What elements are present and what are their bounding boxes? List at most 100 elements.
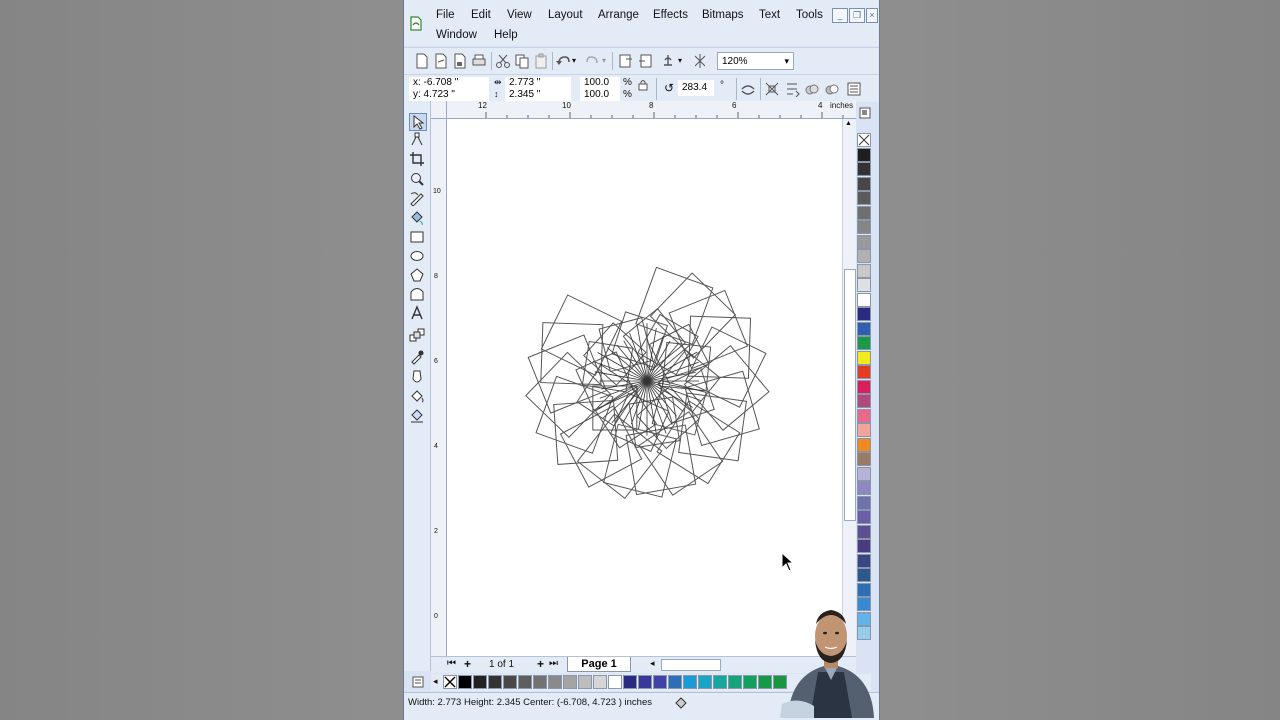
redo-dropdown-icon[interactable]: ▾ bbox=[602, 56, 606, 65]
rotated-square[interactable] bbox=[685, 326, 767, 408]
palette-swatch[interactable] bbox=[857, 336, 871, 350]
new-icon[interactable] bbox=[414, 53, 430, 69]
doc-palette-swatch[interactable] bbox=[533, 675, 547, 689]
print-icon[interactable] bbox=[471, 53, 487, 69]
menu-edit[interactable]: Edit bbox=[471, 9, 491, 21]
scroll-left-icon[interactable]: ◂ bbox=[650, 658, 655, 669]
rotated-squares-artwork[interactable] bbox=[447, 119, 842, 656]
palette-swatch[interactable] bbox=[857, 234, 871, 249]
palette-swatch[interactable] bbox=[857, 408, 871, 423]
horizontal-scroll-thumb[interactable] bbox=[661, 659, 721, 671]
application-launcher-icon[interactable] bbox=[692, 53, 708, 69]
doc-palette-swatch[interactable] bbox=[608, 675, 622, 689]
paste-icon[interactable] bbox=[533, 53, 549, 69]
rotated-square[interactable] bbox=[668, 289, 748, 370]
publish-pdf-icon[interactable] bbox=[660, 53, 676, 69]
weld-icon[interactable] bbox=[804, 81, 820, 97]
palette-swatch[interactable] bbox=[857, 466, 871, 481]
save-icon[interactable] bbox=[452, 53, 468, 69]
no-color-swatch[interactable] bbox=[857, 133, 871, 147]
zoom-level-select[interactable]: 120% ▾ bbox=[717, 52, 794, 70]
palette-swatch[interactable] bbox=[857, 582, 871, 597]
import-icon[interactable] bbox=[618, 53, 634, 69]
doc-palette-swatch[interactable] bbox=[698, 675, 712, 689]
restore-button[interactable]: ❐ bbox=[849, 8, 865, 23]
rotated-square[interactable] bbox=[576, 413, 663, 499]
align-distribute-icon[interactable] bbox=[764, 81, 780, 97]
smart-fill-tool-icon[interactable] bbox=[409, 209, 425, 225]
vertical-scroll-thumb[interactable] bbox=[844, 269, 856, 521]
minimize-button[interactable]: _ bbox=[832, 8, 848, 23]
palette-scroll-left-icon[interactable]: ◂ bbox=[433, 676, 438, 687]
palette-swatch[interactable] bbox=[857, 249, 871, 263]
add-page-after-icon[interactable]: + bbox=[537, 657, 544, 671]
object-width-field[interactable]: 2.773 " bbox=[505, 77, 571, 89]
vertical-scrollbar[interactable]: ▲ bbox=[842, 119, 856, 656]
rotated-square[interactable] bbox=[684, 370, 760, 447]
palette-swatch[interactable] bbox=[857, 176, 871, 191]
rotated-square[interactable] bbox=[635, 266, 714, 345]
doc-palette-swatch[interactable] bbox=[683, 675, 697, 689]
first-page-icon[interactable]: ⏮ bbox=[447, 658, 456, 669]
doc-palette-swatch[interactable] bbox=[653, 675, 667, 689]
tab-page-1[interactable]: Page 1 bbox=[567, 657, 631, 672]
object-properties-icon[interactable] bbox=[846, 81, 862, 97]
doc-palette-swatch[interactable] bbox=[518, 675, 532, 689]
redo-icon[interactable] bbox=[585, 53, 601, 69]
interactive-blend-tool-icon[interactable] bbox=[409, 327, 425, 343]
object-height-field[interactable]: 2.345 " bbox=[505, 89, 571, 101]
x-position-field[interactable]: x: -6.708 " bbox=[409, 77, 489, 89]
doc-palette-swatch[interactable] bbox=[728, 675, 742, 689]
trim-icon[interactable] bbox=[824, 81, 840, 97]
shape-tool-icon[interactable] bbox=[409, 132, 425, 148]
rotated-square[interactable] bbox=[540, 294, 623, 376]
doc-palette-swatch[interactable] bbox=[713, 675, 727, 689]
menu-window[interactable]: Window bbox=[436, 29, 477, 41]
vertical-ruler[interactable]: 10 8 6 4 2 0 bbox=[431, 118, 447, 658]
doc-no-color-swatch[interactable] bbox=[443, 675, 457, 689]
palette-swatch[interactable] bbox=[857, 452, 871, 466]
eyedropper-tool-icon[interactable] bbox=[409, 349, 425, 365]
palette-swatch[interactable] bbox=[857, 553, 871, 568]
palette-swatch[interactable] bbox=[857, 292, 871, 307]
pick-tool[interactable] bbox=[409, 113, 427, 131]
palette-swatch[interactable] bbox=[857, 365, 871, 379]
ellipse-tool-icon[interactable] bbox=[409, 248, 425, 264]
doc-palette-swatch[interactable] bbox=[488, 675, 502, 689]
cut-icon[interactable] bbox=[495, 53, 511, 69]
undo-icon[interactable] bbox=[555, 53, 571, 69]
freehand-tool-icon[interactable] bbox=[409, 190, 425, 206]
doc-palette-swatch[interactable] bbox=[623, 675, 637, 689]
palette-swatch[interactable] bbox=[857, 147, 871, 162]
palette-swatch[interactable] bbox=[857, 220, 871, 234]
color-docker-icon[interactable] bbox=[412, 676, 424, 688]
doc-palette-swatch[interactable] bbox=[473, 675, 487, 689]
copy-icon[interactable] bbox=[514, 53, 530, 69]
menu-arrange[interactable]: Arrange bbox=[598, 9, 639, 21]
palette-swatch[interactable] bbox=[857, 481, 871, 495]
export-icon[interactable] bbox=[637, 53, 653, 69]
document-icon[interactable] bbox=[410, 16, 422, 31]
open-icon[interactable] bbox=[433, 53, 449, 69]
menu-effects[interactable]: Effects bbox=[653, 9, 688, 21]
scale-y-field[interactable]: 100.0 bbox=[580, 89, 620, 101]
outline-tool-icon[interactable] bbox=[409, 369, 425, 385]
wrap-text-icon[interactable] bbox=[784, 81, 800, 97]
palette-swatch[interactable] bbox=[857, 437, 871, 452]
mirror-icon[interactable] bbox=[740, 81, 756, 97]
rectangle-tool-icon[interactable] bbox=[409, 229, 425, 245]
drawing-canvas[interactable] bbox=[447, 119, 842, 656]
menu-layout[interactable]: Layout bbox=[548, 9, 583, 21]
rotation-angle-field[interactable]: 283.4 bbox=[678, 80, 714, 96]
scale-x-field[interactable]: 100.0 bbox=[580, 77, 620, 89]
rotated-square[interactable] bbox=[638, 411, 724, 496]
palette-swatch[interactable] bbox=[857, 495, 871, 510]
palette-swatch[interactable] bbox=[857, 539, 871, 553]
close-button[interactable]: × bbox=[866, 8, 878, 23]
menu-help[interactable]: Help bbox=[494, 29, 518, 41]
basic-shapes-tool-icon[interactable] bbox=[409, 286, 425, 302]
menu-bitmaps[interactable]: Bitmaps bbox=[702, 9, 744, 21]
menu-file[interactable]: File bbox=[436, 9, 455, 21]
doc-palette-swatch[interactable] bbox=[563, 675, 577, 689]
doc-palette-swatch[interactable] bbox=[593, 675, 607, 689]
